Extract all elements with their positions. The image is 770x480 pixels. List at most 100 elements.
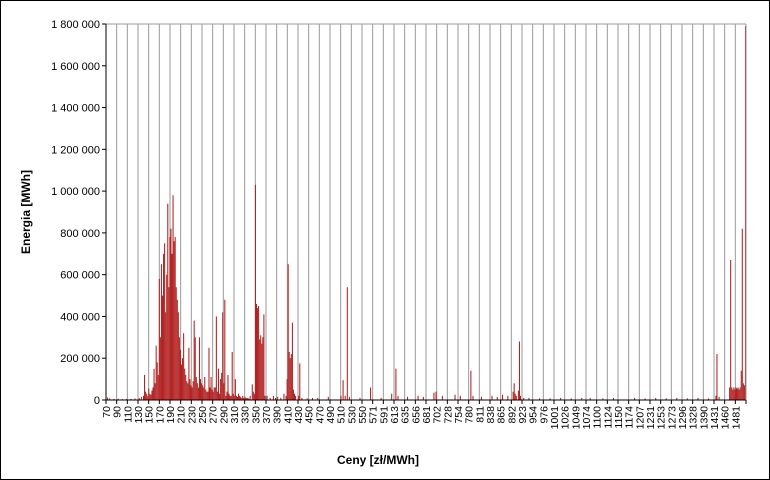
- bar: [287, 264, 289, 400]
- bar: [251, 384, 253, 400]
- bar: [227, 374, 229, 400]
- bar: [264, 395, 266, 400]
- bar: [153, 368, 155, 400]
- bar: [199, 379, 202, 400]
- bar: [259, 339, 261, 400]
- bar: [148, 388, 150, 400]
- bar: [188, 347, 190, 400]
- bar: [472, 395, 474, 400]
- y-tick-label: 600 000: [60, 270, 100, 282]
- y-tick-label: 400 000: [60, 311, 100, 323]
- bar: [146, 393, 148, 400]
- bar: [193, 320, 195, 400]
- bar: [459, 395, 461, 400]
- bar: [261, 343, 263, 400]
- bar: [223, 383, 225, 400]
- bar: [176, 299, 178, 400]
- x-axis-title: Ceny [zł/MWh]: [337, 453, 419, 467]
- bar: [734, 389, 736, 400]
- bar: [142, 395, 145, 400]
- bar: [225, 395, 227, 400]
- y-tick-label: 800 000: [60, 228, 100, 240]
- bar: [145, 391, 147, 400]
- bar: [203, 387, 205, 400]
- bar: [491, 395, 493, 400]
- bar: [221, 372, 223, 400]
- bar: [239, 395, 241, 400]
- y-tick-label: 0: [94, 395, 100, 407]
- bar: [147, 396, 149, 400]
- bar: [514, 393, 516, 400]
- bar: [217, 368, 220, 400]
- bar: [435, 391, 437, 400]
- y-tick-label: 1 400 000: [51, 103, 100, 115]
- bar: [222, 312, 224, 400]
- bar: [205, 389, 207, 400]
- bar: [298, 395, 300, 400]
- bar: [196, 383, 198, 400]
- bar: [228, 393, 230, 400]
- bar: [344, 395, 346, 400]
- bar: [518, 341, 520, 400]
- bar: [164, 243, 166, 400]
- bar: [191, 387, 193, 400]
- y-tick-label: 200 000: [60, 353, 100, 365]
- bar: [220, 379, 222, 400]
- bar: [189, 379, 191, 400]
- bar: [211, 389, 213, 400]
- bar: [183, 333, 185, 400]
- bar: [185, 374, 187, 400]
- bar: [291, 322, 293, 400]
- bar: [731, 387, 733, 400]
- bar: [154, 383, 156, 400]
- bar: [152, 387, 154, 400]
- bar: [171, 253, 173, 400]
- bar: [738, 389, 740, 400]
- bar: [252, 391, 254, 400]
- bar: [470, 370, 472, 400]
- bar: [231, 351, 233, 400]
- bar: [150, 394, 152, 400]
- bar: [207, 391, 209, 400]
- bar: [178, 337, 180, 400]
- bar: [151, 390, 153, 400]
- bar: [732, 389, 734, 400]
- bar: [502, 394, 504, 400]
- bar: [197, 387, 199, 400]
- bar: [285, 395, 287, 400]
- bar: [733, 387, 735, 400]
- x-tick-label: 1481: [730, 406, 742, 430]
- bar: [370, 387, 372, 400]
- bar: [149, 393, 151, 400]
- bar: [194, 337, 196, 400]
- bar: [232, 393, 234, 400]
- bar: [170, 228, 172, 400]
- bar: [730, 260, 732, 400]
- bar: [169, 237, 171, 400]
- bar: [173, 241, 175, 400]
- bar: [433, 392, 435, 400]
- bar: [156, 362, 158, 400]
- bar: [204, 377, 206, 400]
- bar: [184, 368, 186, 400]
- bar: [172, 195, 174, 400]
- bar: [257, 308, 259, 400]
- bar: [229, 395, 231, 400]
- y-tick-label: 1 000 000: [51, 186, 100, 198]
- bar: [741, 228, 743, 400]
- bar: [213, 387, 215, 400]
- bar: [283, 393, 285, 400]
- bar: [293, 393, 296, 400]
- bar: [737, 387, 739, 400]
- bar: [209, 387, 211, 400]
- bar: [161, 295, 164, 400]
- bar: [342, 380, 344, 400]
- bar: [253, 393, 255, 400]
- bar: [716, 354, 718, 400]
- bar: [182, 358, 184, 400]
- bar: [263, 314, 265, 400]
- bar: [192, 381, 194, 400]
- bar: [157, 374, 159, 400]
- bar: [515, 395, 517, 400]
- bar: [187, 383, 189, 400]
